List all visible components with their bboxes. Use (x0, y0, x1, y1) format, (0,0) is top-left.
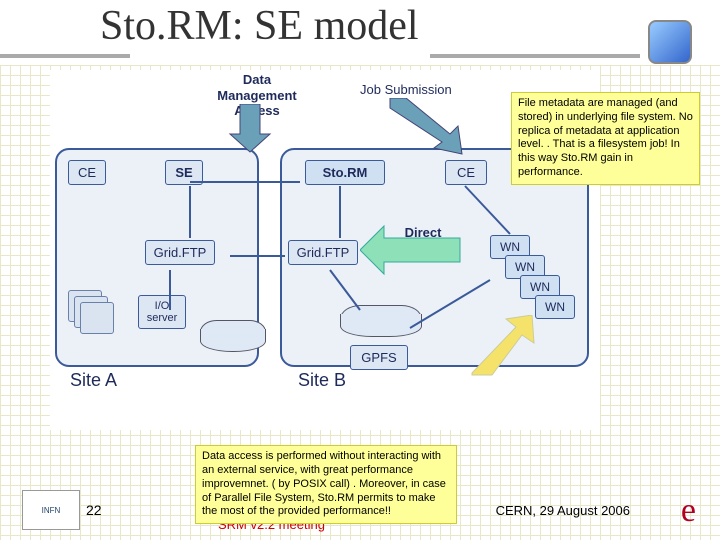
label-site-a: Site A (70, 370, 117, 391)
footer-date: CERN, 29 August 2006 (496, 503, 630, 518)
callout-data-access: Data access is performed without interac… (195, 445, 457, 524)
label-job-submission: Job Submission (360, 82, 452, 98)
slide-title: Sto.RM: SE model (100, 2, 419, 50)
label-site-b: Site B (298, 370, 346, 391)
arrow-icon (220, 104, 280, 154)
infn-logo-icon: INFN (22, 490, 80, 530)
swirl-icon (648, 20, 692, 64)
divider (430, 54, 640, 58)
connectors (50, 160, 590, 370)
callout-metadata: File metadata are managed (and stored) i… (511, 92, 700, 185)
divider (0, 54, 130, 58)
arrow-icon (380, 98, 470, 156)
e-logo-icon: e (681, 492, 696, 530)
slide-number: 22 (86, 502, 102, 518)
